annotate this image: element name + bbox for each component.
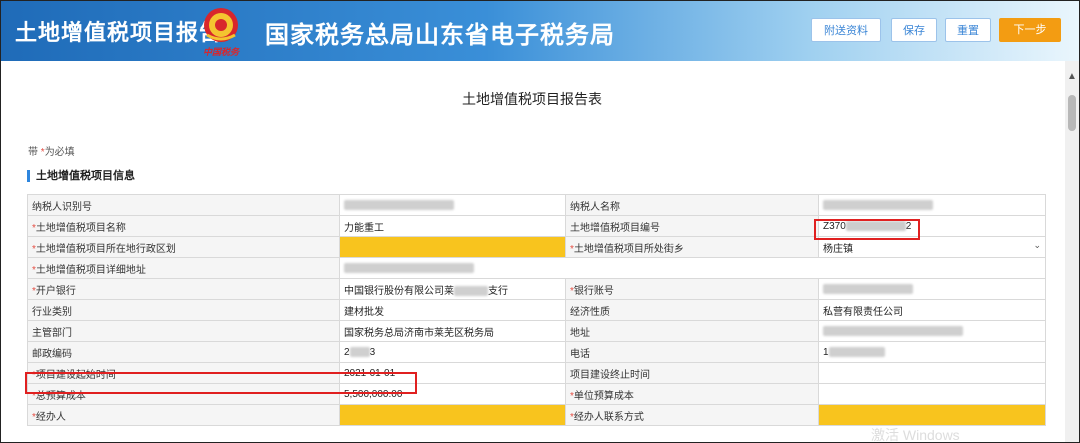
project-street-label: *土地增值税项目所处街乡: [565, 236, 819, 258]
end-date-field[interactable]: [818, 362, 1046, 384]
report-title: 土地增值税项目报告表: [462, 91, 602, 107]
bank-account-label: *银行账号: [565, 278, 819, 300]
save-button[interactable]: 保存: [891, 18, 937, 42]
project-number-label: 土地增值税项目编号: [565, 215, 819, 237]
industry-label: 行业类别: [27, 299, 340, 321]
emblem-caption: 中国税务: [203, 47, 240, 57]
chevron-down-icon: ⌄: [1033, 239, 1041, 250]
economic-nature-label: 经济性质: [565, 299, 819, 321]
required-note: 带 *为必填: [28, 147, 75, 158]
redacted-value: [823, 199, 933, 210]
handler-contact-label: *经办人联系方式: [565, 404, 819, 426]
postcode-label: 邮政编码: [27, 341, 340, 363]
project-address-label: *土地增值税项目详细地址: [27, 257, 340, 279]
redacted-value: [349, 346, 370, 357]
end-date-label: 项目建设终止时间: [565, 362, 819, 384]
tax-emblem-icon: [204, 8, 238, 42]
postcode-value: 23: [339, 341, 566, 363]
economic-nature-value: 私营有限责任公司: [818, 299, 1046, 321]
app-window: 土地增值税项目报告 中国税务 国家税务总局山东省电子税务局 附送资料 保存 重置…: [0, 0, 1080, 443]
header-banner: 土地增值税项目报告 中国税务 国家税务总局山东省电子税务局 附送资料 保存 重置…: [1, 1, 1079, 61]
unit-budget-field[interactable]: [818, 383, 1046, 405]
project-name-field[interactable]: 力能重工: [339, 215, 566, 237]
report-content: 土地增值税项目报告表 带 *为必填 土地增值税项目信息 纳税人识别号 纳税人名称…: [1, 61, 1063, 442]
bank-label: *开户银行: [27, 278, 340, 300]
redacted-value: [823, 325, 963, 336]
unit-budget-label: *单位预算成本: [565, 383, 819, 405]
address-label: 地址: [565, 320, 819, 342]
attach-button[interactable]: 附送资料: [811, 18, 881, 42]
app-title: 土地增值税项目报告: [15, 20, 223, 45]
table-row: *开户银行 中国银行股份有限公司莱 支行 *银行账号: [27, 278, 1046, 300]
redacted-value: [828, 346, 885, 357]
taxpayer-name-label: 纳税人名称: [565, 194, 819, 216]
authority-label: 主管部门: [27, 320, 340, 342]
project-address-field[interactable]: [339, 257, 1046, 279]
section-title: 土地增值税项目信息: [27, 170, 135, 182]
phone-value: 1: [818, 341, 1046, 363]
handler-label: *经办人: [27, 404, 340, 426]
taxpayer-id-value: [339, 194, 566, 216]
bureau-title: 国家税务总局山东省电子税务局: [265, 22, 615, 49]
bank-value: 中国银行股份有限公司莱 支行: [339, 278, 566, 300]
address-value: [818, 320, 1046, 342]
table-row: 主管部门 国家税务总局济南市莱芜区税务局 地址: [27, 320, 1046, 342]
taxpayer-id-label: 纳税人识别号: [27, 194, 340, 216]
redacted-value: [344, 262, 474, 273]
table-row: 行业类别 建材批发 经济性质 私营有限责任公司: [27, 299, 1046, 321]
annotation-box-start-date: [25, 372, 417, 394]
table-row: *经办人 *经办人联系方式: [27, 404, 1046, 426]
redacted-value: [823, 283, 913, 294]
annotation-box-project-number: [814, 219, 920, 240]
project-region-field[interactable]: [339, 236, 566, 258]
windows-watermark: 激活 Windows: [871, 427, 960, 443]
vertical-scrollbar[interactable]: ▲: [1065, 61, 1079, 442]
phone-label: 电话: [565, 341, 819, 363]
handler-field[interactable]: [339, 404, 566, 426]
table-row: 纳税人识别号 纳税人名称: [27, 194, 1046, 216]
next-step-button[interactable]: 下一步: [999, 18, 1061, 42]
project-name-label: *土地增值税项目名称: [27, 215, 340, 237]
project-region-label: *土地增值税项目所在地行政区划: [27, 236, 340, 258]
table-row: 邮政编码 23 电话 1: [27, 341, 1046, 363]
authority-value: 国家税务总局济南市莱芜区税务局: [339, 320, 566, 342]
handler-contact-field[interactable]: [818, 404, 1046, 426]
scrollbar-thumb[interactable]: [1068, 95, 1076, 131]
industry-value: 建材批发: [339, 299, 566, 321]
bank-account-value: [818, 278, 1046, 300]
reset-button[interactable]: 重置: [945, 18, 991, 42]
redacted-value: [454, 285, 488, 296]
scroll-up-icon[interactable]: ▲: [1067, 71, 1077, 82]
table-row: *土地增值税项目详细地址: [27, 257, 1046, 279]
taxpayer-name-value: [818, 194, 1046, 216]
redacted-value: [344, 199, 454, 210]
